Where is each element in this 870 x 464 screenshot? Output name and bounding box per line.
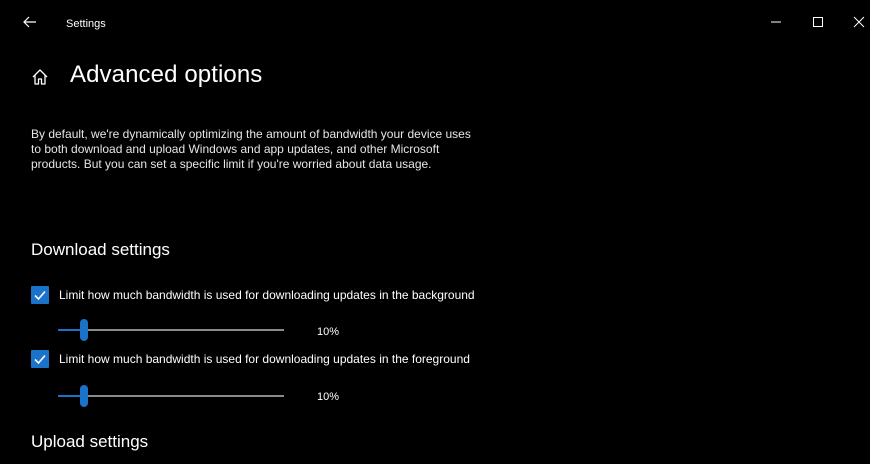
window-title: Settings <box>66 18 106 30</box>
background-limit-label: Limit how much bandwidth is used for dow… <box>59 288 475 302</box>
home-icon[interactable] <box>30 67 50 87</box>
checkmark-icon <box>34 354 46 365</box>
settings-window: Settings Advanced options By default, we… <box>0 0 870 464</box>
arrow-left-icon[interactable] <box>20 12 40 32</box>
background-limit-row[interactable]: Limit how much bandwidth is used for dow… <box>31 285 475 305</box>
close-icon[interactable] <box>847 10 870 34</box>
maximize-icon[interactable] <box>806 10 830 34</box>
foreground-limit-checkbox[interactable] <box>31 350 49 368</box>
slider-thumb[interactable] <box>80 385 88 407</box>
title-bar: Settings <box>0 0 870 44</box>
slider-track <box>58 329 284 331</box>
background-bandwidth-value: 10% <box>317 326 340 338</box>
download-settings-heading: Download settings <box>31 240 170 259</box>
foreground-limit-label: Limit how much bandwidth is used for dow… <box>59 352 470 366</box>
foreground-bandwidth-value: 10% <box>317 391 340 403</box>
background-limit-checkbox[interactable] <box>31 286 49 304</box>
background-bandwidth-slider[interactable] <box>58 319 284 341</box>
slider-track <box>58 395 284 397</box>
upload-settings-heading: Upload settings <box>31 432 149 451</box>
foreground-bandwidth-slider[interactable] <box>58 385 284 407</box>
description-text: By default, we're dynamically optimizing… <box>31 127 471 171</box>
foreground-limit-row[interactable]: Limit how much bandwidth is used for dow… <box>31 349 470 369</box>
checkmark-icon <box>34 290 46 301</box>
minimize-icon[interactable] <box>764 10 788 34</box>
page-title: Advanced options <box>70 61 263 88</box>
slider-thumb[interactable] <box>80 319 88 341</box>
